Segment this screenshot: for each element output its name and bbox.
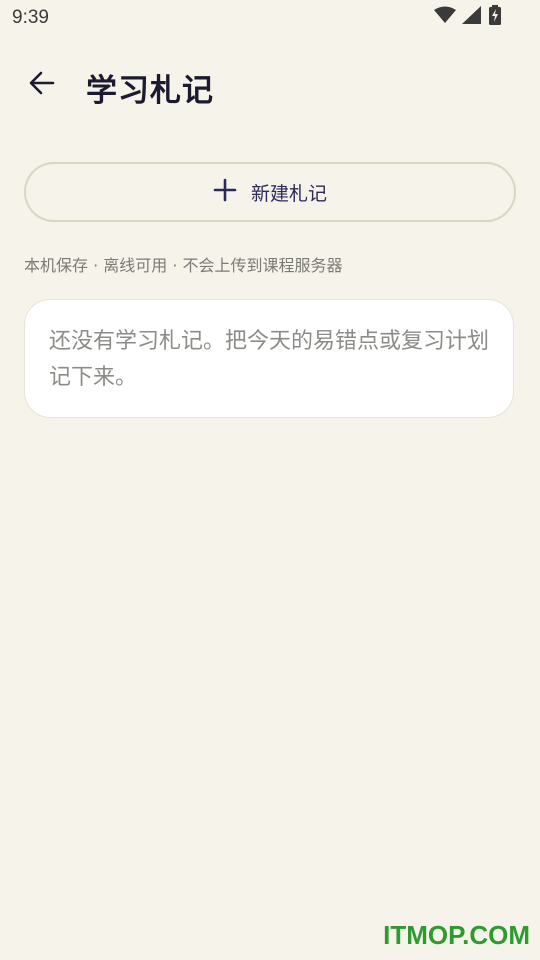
status-bar: 9:39 (0, 0, 540, 36)
back-button[interactable] (18, 61, 66, 109)
cellular-signal-icon (462, 6, 482, 28)
arrow-left-icon (28, 69, 56, 101)
storage-hint: 本机保存 · 离线可用 · 不会上传到课程服务器 (24, 256, 343, 275)
new-note-label: 新建札记 (250, 182, 327, 205)
page-title: 学习札记 (86, 73, 214, 109)
plus-icon (213, 178, 237, 206)
status-icons (434, 5, 502, 29)
new-note-button[interactable]: 新建札记 (24, 162, 516, 222)
status-time: 9:39 (12, 7, 49, 28)
watermark: ITMOP.COM (383, 920, 530, 950)
wifi-icon (434, 6, 456, 28)
battery-charging-icon (488, 5, 502, 29)
empty-state-message: 还没有学习札记。把今天的易错点或复习计划记下来。 (49, 329, 490, 390)
app-bar: 学习札记 (0, 56, 540, 114)
empty-state-card: 还没有学习札记。把今天的易错点或复习计划记下来。 (24, 299, 514, 418)
